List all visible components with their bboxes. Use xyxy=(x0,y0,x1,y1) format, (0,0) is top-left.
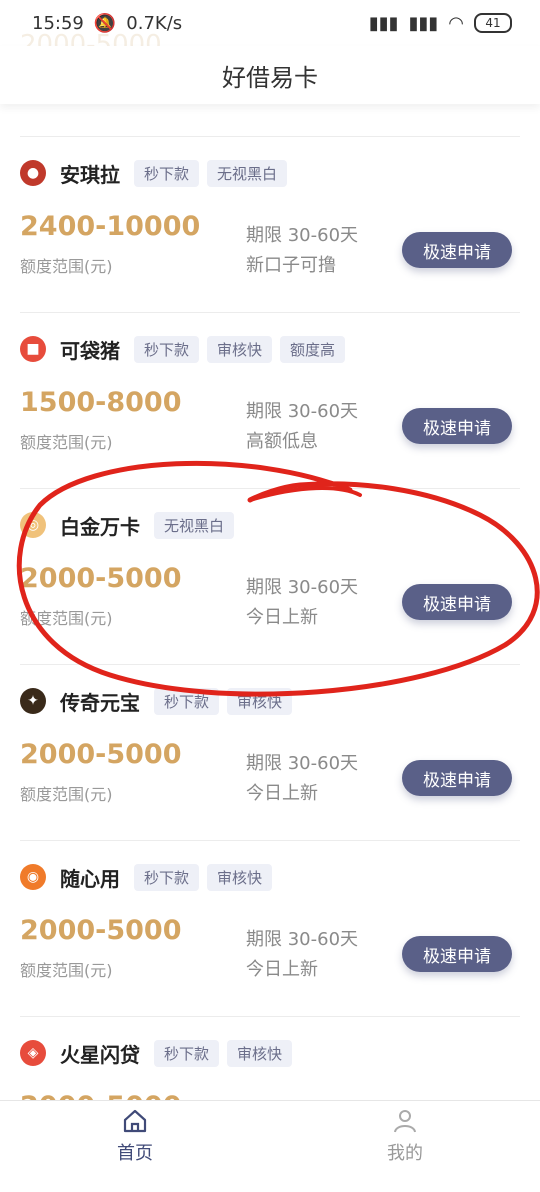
page-header: 好借易卡 xyxy=(0,46,540,104)
feature-tag: 秒下款 xyxy=(134,863,200,891)
app-name: 随心用 xyxy=(60,866,120,891)
app-name: 传奇元宝 xyxy=(60,690,140,715)
home-icon xyxy=(123,1109,147,1133)
feature-tag: 秒下款 xyxy=(154,687,220,715)
loan-term: 期限 30-60天 xyxy=(246,225,359,246)
amount-label: 额度范围(元) xyxy=(20,433,113,452)
nav-home-label: 首页 xyxy=(117,1143,153,1164)
battery-icon: 41 xyxy=(474,13,512,33)
card-header: ◉ 随心用 秒下款 审核快 xyxy=(20,861,273,893)
loan-feature: 今日上新 xyxy=(246,783,318,804)
app-logo-icon: ✦ xyxy=(20,688,46,714)
feature-tag: 审核快 xyxy=(227,687,293,715)
amount-range: 2000-5000 xyxy=(20,563,182,594)
signal-icon: ▮▮▮ xyxy=(368,12,399,34)
amount-range: 2000-5000 xyxy=(20,739,182,770)
feature-tag: 额度高 xyxy=(280,335,346,363)
mute-bell-icon: 🔕 xyxy=(93,12,117,34)
feature-tag: 无视黑白 xyxy=(207,159,288,187)
loan-feature: 高额低息 xyxy=(246,431,318,452)
status-time: 15:59 xyxy=(32,12,84,34)
app-logo-icon: ● xyxy=(20,160,46,186)
user-icon xyxy=(394,1110,416,1133)
nav-home[interactable]: 首页 xyxy=(0,1101,270,1171)
signal-icon-2: ▮▮▮ xyxy=(408,12,439,34)
app-name: 火星闪贷 xyxy=(60,1042,140,1067)
app-name: 白金万卡 xyxy=(60,514,140,539)
amount-label: 额度范围(元) xyxy=(20,961,113,980)
loan-card[interactable]: ◎ 白金万卡 无视黑白 2000-5000 额度范围(元) 期限 30-60天 今日上新 极速… xyxy=(20,488,520,664)
loan-feature: 今日上新 xyxy=(246,607,318,628)
amount-label: 额度范围(元) xyxy=(20,785,113,804)
app-logo-icon: ◈ xyxy=(20,1040,46,1066)
app-name: 安琪拉 xyxy=(60,162,120,187)
apply-button[interactable]: 极速申请 xyxy=(402,584,512,620)
apply-button[interactable]: 极速申请 xyxy=(402,232,512,268)
card-header: ● 安琪拉 秒下款 无视黑白 xyxy=(20,157,288,189)
loan-card[interactable]: ■ 可袋猪 秒下款 审核快 额度高 1500-8000 额度范围(元) 期限 30-60天 高额… xyxy=(20,312,520,488)
loan-card[interactable]: ◉ 随心用 秒下款 审核快 2000-5000 额度范围(元) 期限 30-60天 今日上新 极… xyxy=(20,840,520,1016)
amount-range: 1500-8000 xyxy=(20,387,182,418)
network-speed: 0.7K/s xyxy=(126,12,183,34)
status-bar: 15:59 🔕 0.7K/s ▮▮▮ ▮▮▮ ◠ 41 xyxy=(0,0,540,46)
app-logo-icon: ◉ xyxy=(20,864,46,890)
loan-term: 期限 30-60天 xyxy=(246,577,359,598)
feature-tag: 无视黑白 xyxy=(154,511,235,539)
bottom-nav: 首页 我的 xyxy=(0,1100,540,1171)
apply-button[interactable]: 极速申请 xyxy=(402,760,512,796)
amount-label: 额度范围(元) xyxy=(20,609,113,628)
loan-card[interactable]: ✦ 传奇元宝 秒下款 审核快 2000-5000 额度范围(元) 期限 30-60天 今日上新… xyxy=(20,664,520,840)
page-title: 好借易卡 xyxy=(222,63,318,92)
app-logo-icon: ■ xyxy=(20,336,46,362)
feature-tag: 秒下款 xyxy=(154,1039,220,1067)
card-header: ■ 可袋猪 秒下款 审核快 额度高 xyxy=(20,333,346,365)
feature-tag: 审核快 xyxy=(227,1039,293,1067)
feature-tag: 审核快 xyxy=(207,335,273,363)
nav-me[interactable]: 我的 xyxy=(270,1101,540,1171)
loan-feature: 新口子可撸 xyxy=(246,255,336,276)
card-header: ◎ 白金万卡 无视黑白 xyxy=(20,509,235,541)
card-header: ✦ 传奇元宝 秒下款 审核快 xyxy=(20,685,293,717)
loan-term: 期限 30-60天 xyxy=(246,753,359,774)
app-name: 可袋猪 xyxy=(60,338,120,363)
card-header: ◈ 火星闪贷 秒下款 审核快 xyxy=(20,1037,293,1069)
amount-range: 2000-5000 xyxy=(20,915,182,946)
nav-me-label: 我的 xyxy=(387,1143,423,1164)
app-logo-icon: ◎ xyxy=(20,512,46,538)
loan-list: ● 安琪拉 秒下款 无视黑白 2400-10000 额度范围(元) 期限 30-60天 新口子… xyxy=(0,136,540,1192)
loan-term: 期限 30-60天 xyxy=(246,929,359,950)
feature-tag: 秒下款 xyxy=(134,335,200,363)
feature-tag: 审核快 xyxy=(207,863,273,891)
apply-button[interactable]: 极速申请 xyxy=(402,408,512,444)
loan-term: 期限 30-60天 xyxy=(246,401,359,422)
feature-tag: 秒下款 xyxy=(134,159,200,187)
loan-feature: 今日上新 xyxy=(246,959,318,980)
wifi-icon: ◠ xyxy=(448,12,464,34)
amount-label: 额度范围(元) xyxy=(20,257,113,276)
amount-range: 2400-10000 xyxy=(20,211,201,242)
loan-card[interactable]: ● 安琪拉 秒下款 无视黑白 2400-10000 额度范围(元) 期限 30-60天 新口子… xyxy=(20,136,520,312)
apply-button[interactable]: 极速申请 xyxy=(402,936,512,972)
